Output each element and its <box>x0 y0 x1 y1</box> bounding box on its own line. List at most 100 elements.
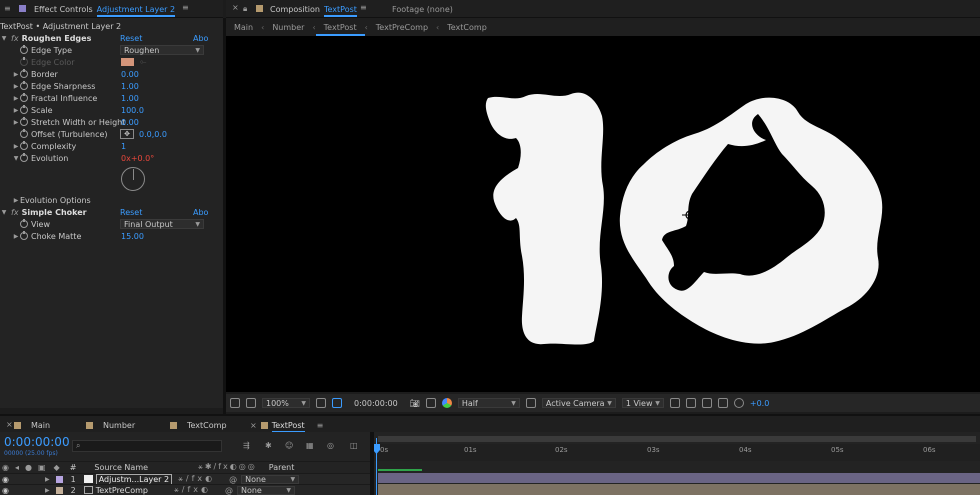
color-channels-icon[interactable] <box>441 398 452 408</box>
breadcrumb-number[interactable]: Number <box>264 23 312 32</box>
eyedropper-icon[interactable]: ⟜ <box>140 57 146 67</box>
layer-label-color[interactable] <box>55 486 63 494</box>
layer-label-color[interactable] <box>55 475 63 483</box>
param-value[interactable]: 1 <box>121 142 126 151</box>
stopwatch-icon[interactable] <box>20 153 28 162</box>
expand-triangle-icon[interactable]: ▶ <box>45 487 50 494</box>
collapse-triangle-icon[interactable]: ▼ <box>0 35 8 42</box>
expand-triangle-icon[interactable]: ▶ <box>12 119 20 126</box>
expand-triangle-icon[interactable]: ▶ <box>12 197 20 204</box>
tab-main[interactable]: Main <box>14 419 50 431</box>
expand-triangle-icon[interactable]: ▶ <box>12 143 20 150</box>
about-button[interactable]: Abo <box>193 34 208 43</box>
layer-switches-icons[interactable]: ⚹/fx◐ <box>174 485 211 495</box>
stopwatch-icon[interactable] <box>20 93 28 102</box>
view-dropdown[interactable]: Final Output ▼ <box>120 219 204 229</box>
stopwatch-icon[interactable] <box>20 69 28 78</box>
parent-dropdown[interactable]: None ▼ <box>241 474 300 484</box>
tab-textcomp[interactable]: TextComp <box>170 419 227 431</box>
param-value[interactable]: 0.00 <box>121 70 139 79</box>
param-value[interactable]: 0.00 <box>121 118 139 127</box>
param-evolution-options[interactable]: ▶ Evolution Options <box>0 194 223 206</box>
composition-mini-flowchart-icon[interactable]: ⇶ <box>243 441 250 450</box>
expand-triangle-icon[interactable]: ▶ <box>45 476 50 483</box>
column-source-name[interactable]: Source Name <box>94 463 148 472</box>
close-icon[interactable]: × <box>6 420 13 429</box>
always-preview-icon[interactable] <box>230 398 240 408</box>
shy-layers-icon[interactable]: ☺ <box>285 441 293 450</box>
draft-3d-icon[interactable]: ✱ <box>265 441 272 450</box>
tab-textpost[interactable]: × TextPost ≡ <box>250 419 323 433</box>
param-value[interactable]: 15.00 <box>121 232 144 241</box>
pickwhip-icon[interactable]: @ <box>229 475 237 484</box>
camera-dropdown[interactable]: Active Camera ▼ <box>541 398 616 408</box>
timeline-timecode[interactable]: 0:00:00:00 <box>4 435 70 449</box>
layer-row[interactable]: ◉ ▶ 1 Adjustm...Layer 2 ⚹/fx◐ @ None ▼ <box>0 473 370 485</box>
stopwatch-icon[interactable] <box>20 81 28 90</box>
eye-icon[interactable]: ◉ <box>2 463 9 472</box>
fx-icon[interactable]: fx <box>11 34 19 43</box>
lock-icon[interactable]: 🔒︎ <box>243 4 247 14</box>
eye-icon[interactable]: ◉ <box>2 475 9 484</box>
eye-icon[interactable]: ◉ <box>2 486 9 495</box>
panel-divider[interactable] <box>370 432 374 495</box>
param-value[interactable]: 100.0 <box>121 106 144 115</box>
collapse-triangle-icon[interactable]: ▼ <box>0 209 8 216</box>
show-snapshot-icon[interactable] <box>425 398 436 408</box>
edge-type-dropdown[interactable]: Roughen ▼ <box>120 45 204 55</box>
solo-icon[interactable]: ● <box>25 463 32 472</box>
stopwatch-icon[interactable] <box>20 231 28 240</box>
panel-divider[interactable] <box>223 18 226 414</box>
panel-menu-icon[interactable]: ≡ <box>360 3 367 12</box>
layer-name[interactable]: TextPreComp <box>96 486 148 495</box>
breadcrumb-textprecomp[interactable]: TextPreComp <box>368 23 436 32</box>
layer-row[interactable]: ◉ ▶ 2 TextPreComp ⚹/fx◐ @ None ▼ <box>0 484 370 495</box>
tab-composition[interactable]: Composition TextPost <box>270 3 357 17</box>
layer-bar[interactable] <box>378 473 980 483</box>
expand-triangle-icon[interactable]: ▶ <box>12 95 20 102</box>
param-value[interactable]: 1.00 <box>121 82 139 91</box>
breadcrumb-main[interactable]: Main <box>226 23 261 32</box>
timeline-icon[interactable] <box>701 398 712 408</box>
layer-switches-icons[interactable]: ⚹/fx◐ <box>178 474 215 484</box>
monitor-icon[interactable] <box>246 398 256 408</box>
column-parent[interactable]: Parent <box>269 463 295 472</box>
evolution-dial[interactable] <box>121 167 145 191</box>
composition-viewer[interactable] <box>226 36 980 392</box>
stopwatch-icon[interactable] <box>20 141 28 150</box>
tab-effect-controls[interactable]: Effect Controls Adjustment Layer 2 <box>34 3 176 17</box>
breadcrumb-textcomp[interactable]: TextComp <box>439 23 495 32</box>
color-swatch[interactable] <box>121 58 134 66</box>
time-ruler[interactable]: 0s 01s 02s 03s 04s 05s 06s <box>374 444 980 461</box>
stopwatch-icon[interactable] <box>20 45 28 54</box>
exposure-value[interactable]: +0.0 <box>750 399 769 408</box>
audio-icon[interactable]: ◂ <box>15 463 19 472</box>
tab-number[interactable]: Number <box>86 419 135 431</box>
stopwatch-icon[interactable] <box>20 129 28 138</box>
evolution-value[interactable]: 0x+0.0° <box>121 154 154 163</box>
frame-blending-icon[interactable]: ▦ <box>306 441 314 450</box>
stopwatch-icon[interactable] <box>20 117 28 126</box>
stopwatch-icon[interactable] <box>20 105 28 114</box>
work-area-bar[interactable] <box>378 436 976 442</box>
flowchart-icon[interactable] <box>717 398 728 408</box>
expand-triangle-icon[interactable]: ▶ <box>12 107 20 114</box>
resolution-dropdown[interactable]: Half ▼ <box>457 398 520 408</box>
region-of-interest-icon[interactable] <box>332 398 342 408</box>
param-value[interactable]: 1.00 <box>121 94 139 103</box>
lock-icon[interactable]: ▣ <box>38 463 46 472</box>
camera-icon[interactable]: 📷︎ <box>410 399 420 408</box>
exposure-reset-icon[interactable] <box>733 398 744 408</box>
fast-previews-icon[interactable] <box>685 398 696 408</box>
stopwatch-icon[interactable] <box>20 219 28 228</box>
layer-search-input[interactable]: ⌕ <box>72 440 222 452</box>
toggle-pixel-aspect-icon[interactable] <box>669 398 680 408</box>
pickwhip-icon[interactable]: @ <box>225 486 233 495</box>
tab-footage[interactable]: Footage (none) <box>392 5 453 14</box>
breadcrumb-textpost[interactable]: TextPost <box>315 23 365 36</box>
expand-triangle-icon[interactable]: ▶ <box>12 83 20 90</box>
timeline-track-panel[interactable]: 0s 01s 02s 03s 04s 05s 06s <box>373 432 980 495</box>
expand-triangle-icon[interactable]: ▶ <box>12 71 20 78</box>
crosshair-icon[interactable]: ✥ <box>120 129 134 139</box>
expand-triangle-icon[interactable]: ▶ <box>12 233 20 240</box>
